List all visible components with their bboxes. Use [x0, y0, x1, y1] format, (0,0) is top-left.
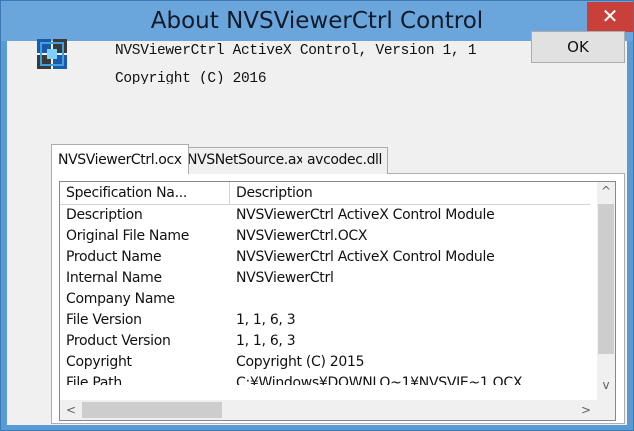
table-row[interactable]: Description NVSViewerCtrl ActiveX Contro… [60, 205, 590, 226]
row-key: File Version [66, 312, 142, 328]
row-key: Product Version [66, 333, 171, 349]
about-dialog: About NVSViewerCtrl Control ✕ NVSViewerC… [0, 0, 634, 431]
scroll-left-icon[interactable]: < [62, 401, 80, 419]
tab-nvsnetsource-ax[interactable]: NVSNetSource.ax [182, 147, 310, 174]
row-key: Internal Name [66, 270, 162, 286]
close-icon: ✕ [601, 4, 619, 28]
scroll-up-icon[interactable]: ^ [597, 182, 615, 200]
row-value [236, 289, 590, 310]
scroll-down-icon[interactable]: v [597, 376, 615, 394]
row-key: Product Name [66, 249, 162, 265]
scroll-right-icon[interactable]: > [577, 401, 595, 419]
list-rows: Description NVSViewerCtrl ActiveX Contro… [60, 205, 590, 400]
table-row[interactable]: File Path C:¥Windows¥DOWNLO~1¥NVSVIE~1.O… [60, 373, 590, 385]
row-key: Company Name [66, 291, 175, 307]
vertical-scrollbar[interactable]: ^ v [597, 182, 615, 400]
row-value: 1, 1, 6, 3 [236, 333, 296, 349]
row-key: Copyright [66, 354, 132, 370]
table-row[interactable]: Original File Name NVSViewerCtrl.OCX [60, 226, 590, 247]
column-header-description[interactable]: Description [230, 182, 590, 204]
table-row[interactable]: File Version 1, 1, 6, 3 [60, 310, 590, 331]
tab-nvsviewerctrl-ocx[interactable]: NVSViewerCtrl.ocx [51, 144, 189, 174]
row-value: 1, 1, 6, 3 [236, 312, 296, 328]
table-row[interactable]: Product Name NVSViewerCtrl ActiveX Contr… [60, 247, 590, 268]
row-value: NVSViewerCtrl ActiveX Control Module [236, 207, 495, 223]
tab-avcodec-dll[interactable]: avcodec.dll [302, 147, 389, 174]
horizontal-scroll-thumb[interactable] [82, 402, 222, 418]
vertical-scroll-thumb[interactable] [598, 204, 614, 354]
specification-list[interactable]: Specification Na... Description Descript… [59, 181, 616, 421]
row-key: Description [66, 207, 143, 223]
row-key: Original File Name [66, 228, 190, 244]
application-icon [37, 39, 67, 69]
row-value: NVSViewerCtrl ActiveX Control Module [236, 249, 495, 265]
list-header: Specification Na... Description [60, 182, 590, 205]
table-row[interactable]: Copyright Copyright (C) 2015 [60, 352, 590, 373]
row-value: NVSViewerCtrl [236, 270, 334, 286]
version-label: NVSViewerCtrl ActiveX Control, Version 1… [115, 43, 477, 59]
ok-button[interactable]: OK [531, 31, 625, 63]
row-value: C:¥Windows¥DOWNLO~1¥NVSVIE~1.OCX [236, 375, 523, 385]
scroll-corner [597, 400, 615, 420]
table-row[interactable]: Product Version 1, 1, 6, 3 [60, 331, 590, 352]
table-row[interactable]: Internal Name NVSViewerCtrl [60, 268, 590, 289]
horizontal-scrollbar[interactable]: < > [60, 400, 597, 420]
column-header-specification[interactable]: Specification Na... [60, 182, 230, 204]
row-key: File Path [66, 375, 122, 385]
table-row[interactable]: Company Name [60, 289, 590, 310]
row-value: Copyright (C) 2015 [236, 354, 365, 370]
close-button[interactable]: ✕ [587, 2, 633, 32]
row-value: NVSViewerCtrl.OCX [236, 228, 368, 244]
copyright-label: Copyright (C) 2016 [115, 71, 267, 84]
